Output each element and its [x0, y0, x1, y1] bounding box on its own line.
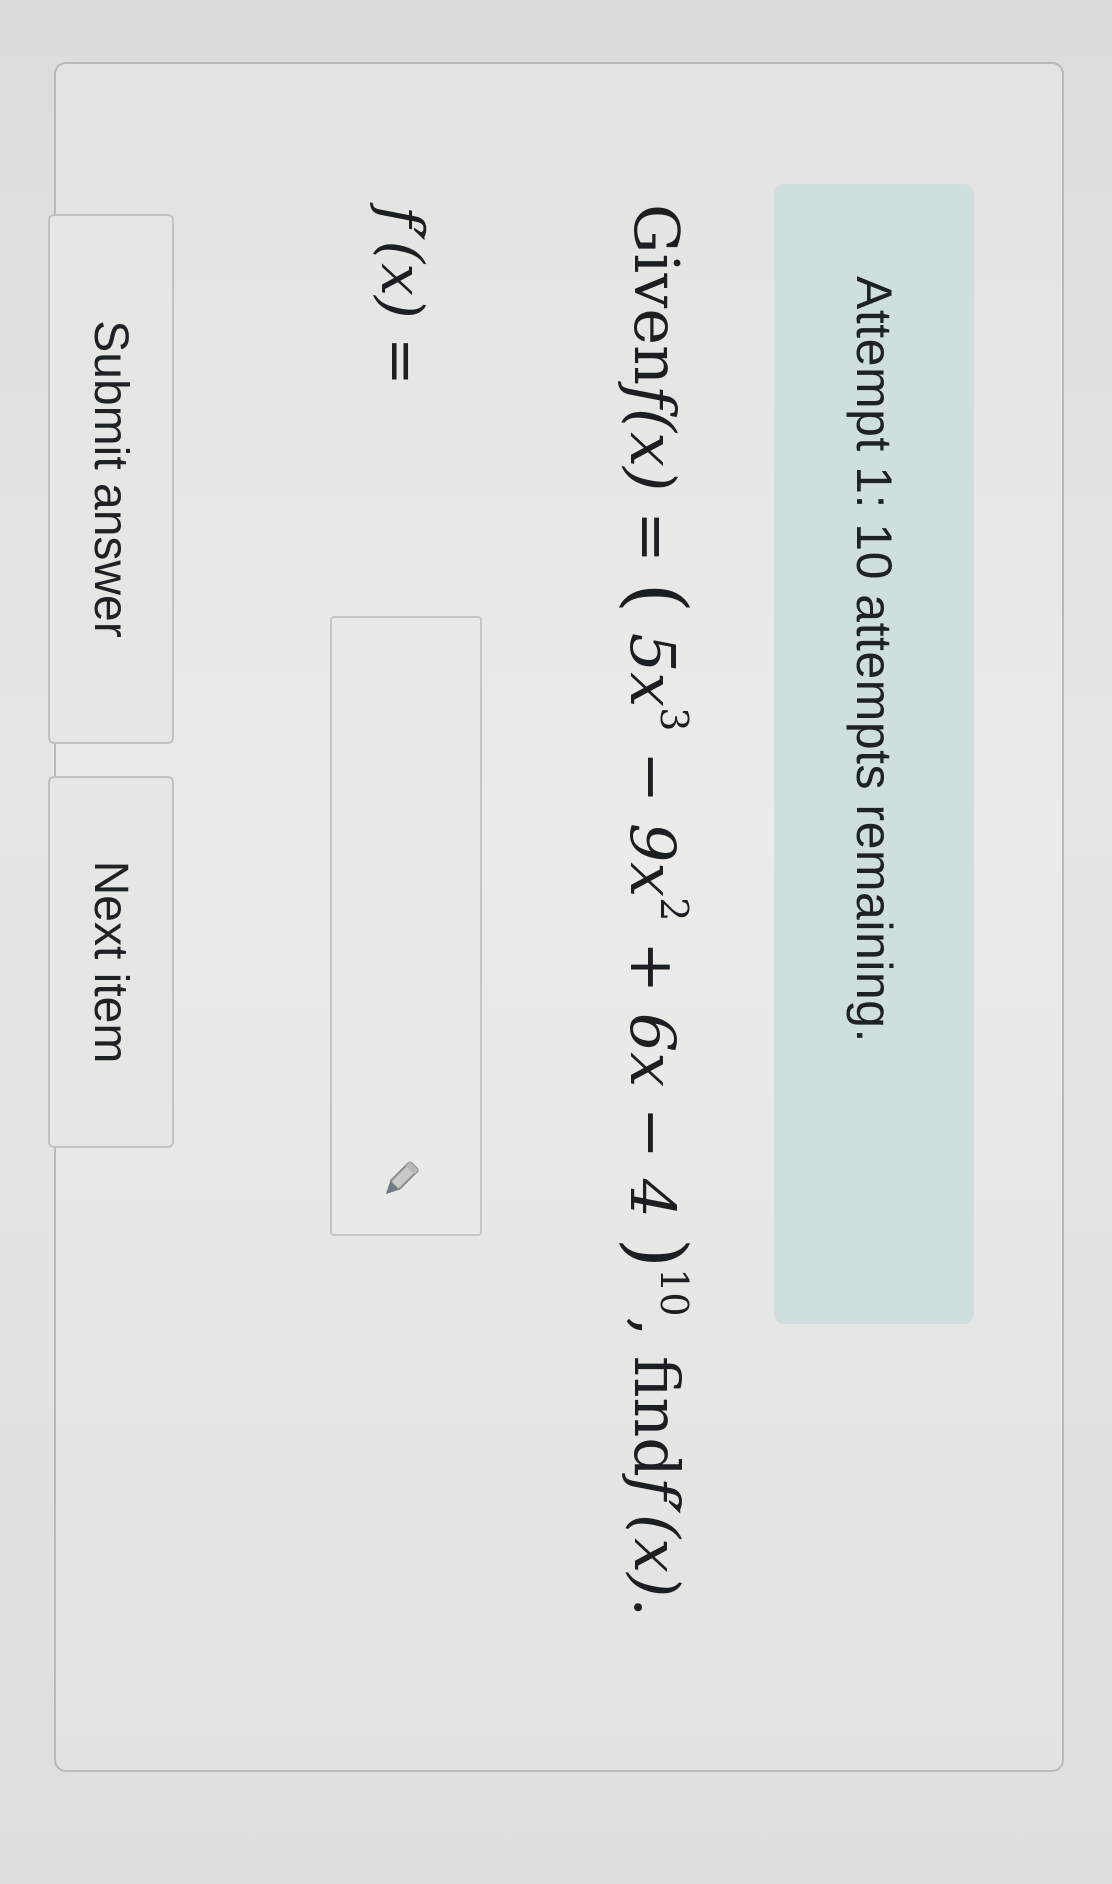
question-period: .: [620, 1597, 694, 1618]
answer-row: f′(x) =: [322, 206, 482, 1236]
question-prompt: Given f(x) = ( 5x3 − 9x2 + 6x − 4 )10 , …: [582, 204, 732, 1764]
question-given-word: Given: [620, 204, 694, 386]
question-term-cubic: 5x: [616, 632, 689, 708]
question-term-rest: + 6x − 4: [616, 941, 689, 1219]
question-find-text: , find: [620, 1316, 694, 1477]
attempts-remaining-text: Attempt 1: 10 attempts remaining.: [846, 276, 902, 1043]
question-open-paren: (: [612, 582, 702, 614]
question-card: Attempt 1: 10 attempts remaining. Given …: [48, 62, 1064, 1772]
question-fx: f(x) =: [616, 385, 689, 583]
question-exponent-10: 10: [652, 1268, 696, 1317]
question-exponent-2: 2: [652, 897, 696, 922]
question-exponent-3: 3: [652, 707, 696, 732]
attempts-remaining-banner: Attempt 1: 10 attempts remaining.: [774, 184, 974, 1324]
next-item-button[interactable]: Next item: [48, 776, 174, 1148]
question-fprime: f′(x): [620, 1476, 694, 1598]
answer-label: f′(x) =: [368, 206, 436, 386]
question-function: f(x) = ( 5x3 − 9x2 + 6x − 4 )10: [612, 385, 702, 1317]
answer-input-box[interactable]: [330, 616, 482, 1236]
page-stage: Attempt 1: 10 attempts remaining. Given …: [0, 0, 1112, 1884]
answer-input[interactable]: [332, 618, 480, 1234]
question-term-quadratic: − 9x: [616, 751, 689, 898]
question-close-paren: ): [612, 1237, 702, 1269]
submit-answer-button[interactable]: Submit answer: [48, 214, 174, 744]
pencil-icon[interactable]: [376, 1156, 424, 1204]
